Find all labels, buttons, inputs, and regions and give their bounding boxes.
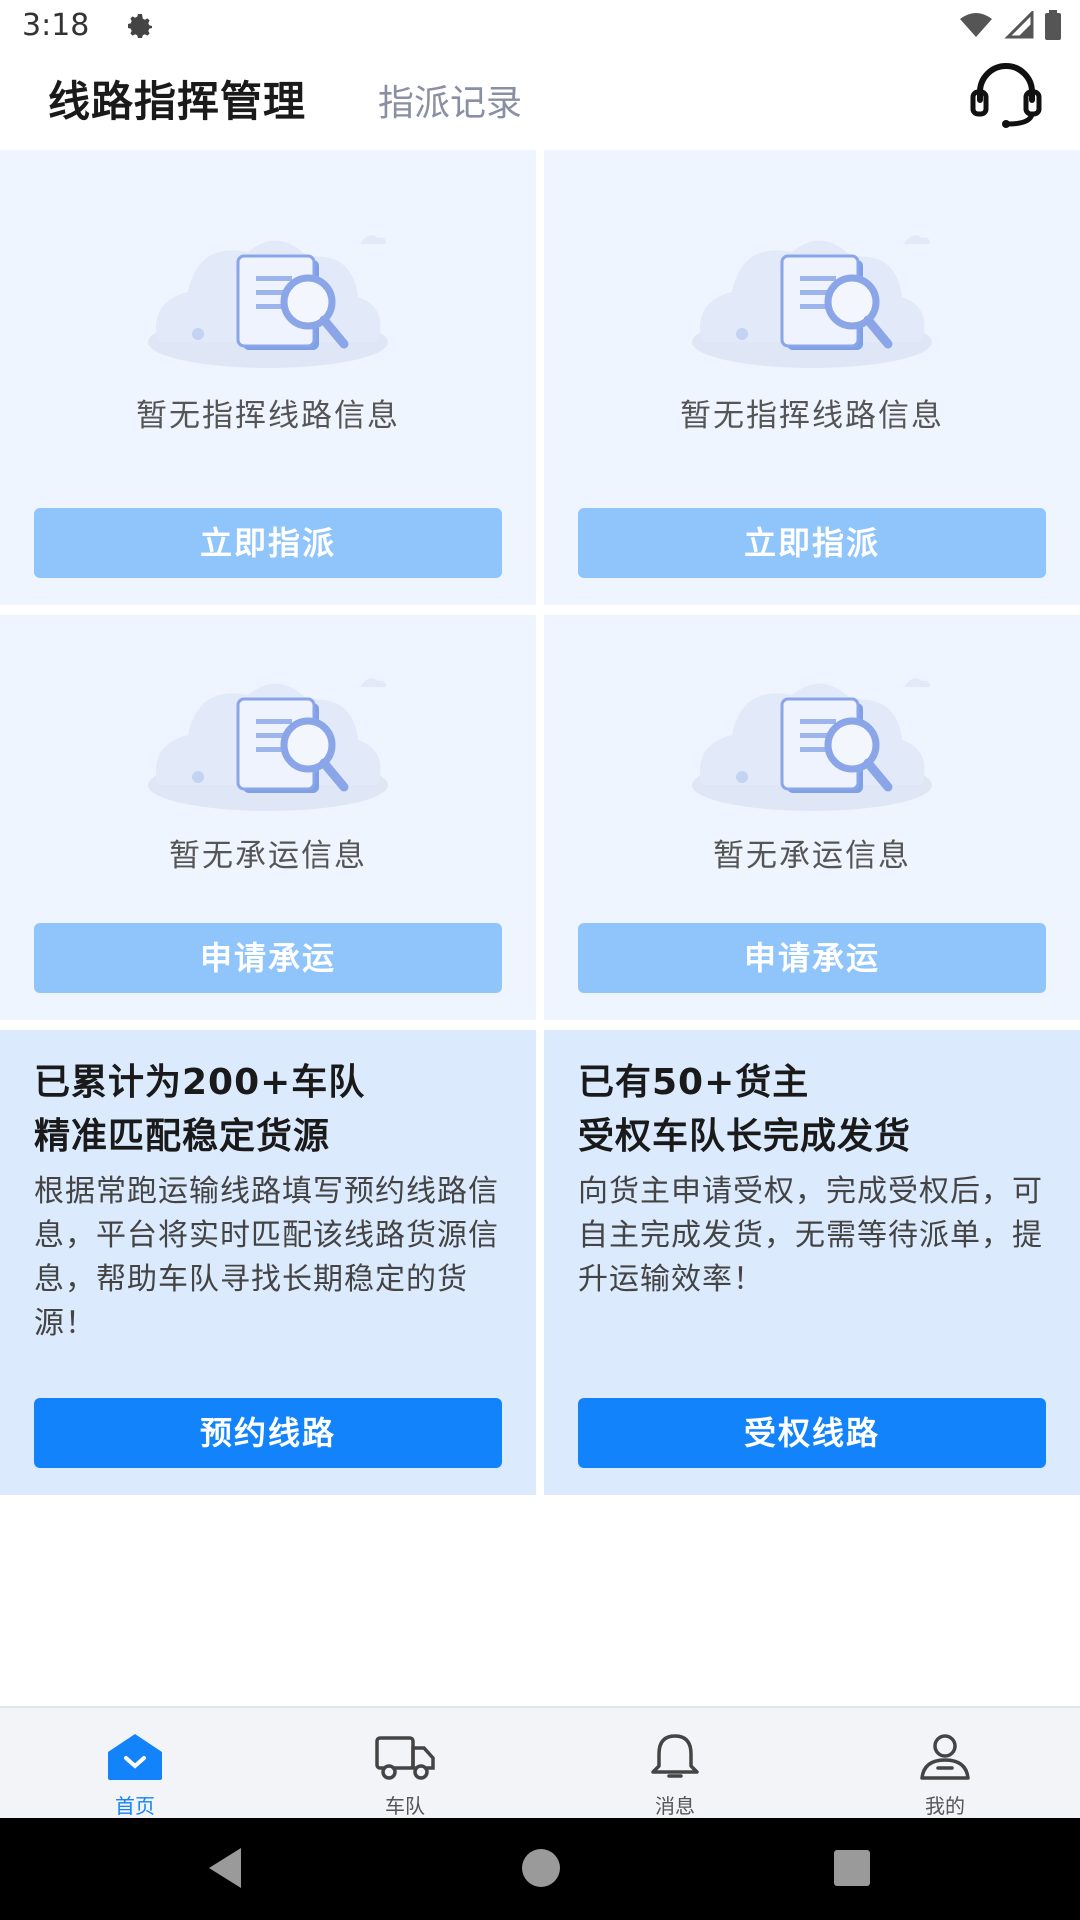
empty-state-text: 暂无指挥线路信息 xyxy=(136,398,400,434)
reserve-route-description: 根据常跑运输线路填写预约线路信息，平台将实时匹配该线路货源信息，帮助车队寻找长期… xyxy=(34,1174,499,1341)
authorize-title-line2: 受权车队长完成发货 xyxy=(578,1116,912,1157)
settings-gear-icon xyxy=(128,14,152,38)
page-title: 线路指挥管理 xyxy=(48,77,307,126)
user-icon xyxy=(920,1734,970,1780)
truck-icon xyxy=(375,1736,435,1780)
nav-fleet[interactable]: 车队 xyxy=(270,1708,540,1820)
nav-messages-label: 消息 xyxy=(655,1794,695,1818)
customer-service-headset-icon[interactable] xyxy=(968,60,1044,130)
recents-square-icon[interactable] xyxy=(832,1846,872,1890)
empty-document-illustration xyxy=(692,235,932,368)
nav-profile[interactable]: 我的 xyxy=(810,1708,1080,1820)
bell-icon xyxy=(651,1734,699,1778)
tab-dispatch-record[interactable]: 指派记录 xyxy=(378,74,522,126)
authorize-route-description: 向货主申请受权，完成受权后，可自主完成发货，无需等待派单，提升运输效率！ xyxy=(578,1174,1043,1297)
empty-document-illustration xyxy=(148,678,388,811)
reserve-title-line1: 已累计为200+车队 xyxy=(34,1062,366,1103)
back-icon[interactable] xyxy=(205,1846,245,1890)
reserve-title-line2: 精准匹配稳定货源 xyxy=(34,1116,331,1157)
apply-carrier-button[interactable]: 申请承运 xyxy=(578,923,1046,993)
authorize-route-title: 已有50+货主 受权车队长完成发货 xyxy=(578,1056,911,1164)
nav-home[interactable]: 首页 xyxy=(0,1708,270,1820)
empty-state-text: 暂无承运信息 xyxy=(169,838,367,874)
empty-state-text: 暂无指挥线路信息 xyxy=(680,398,944,434)
nav-home-label: 首页 xyxy=(115,1794,155,1818)
reserve-route-title: 已累计为200+车队 精准匹配稳定货源 xyxy=(34,1056,365,1164)
nav-profile-label: 我的 xyxy=(925,1794,965,1818)
reserve-route-button[interactable]: 预约线路 xyxy=(34,1398,502,1468)
system-indicators xyxy=(958,10,1062,40)
app-header: 线路指挥管理 指派记录 xyxy=(0,52,1080,148)
authorize-route-button[interactable]: 受权线路 xyxy=(578,1398,1046,1468)
assign-now-button[interactable]: 立即指派 xyxy=(34,508,502,578)
cellular-signal-icon xyxy=(1004,11,1034,39)
apply-carrier-button[interactable]: 申请承运 xyxy=(34,923,502,993)
bottom-navigation: 首页 车队 消息 我的 xyxy=(0,1706,1080,1820)
carrier-card-left: 暂无承运信息 申请承运 xyxy=(0,615,536,1020)
status-bar: 3:18 xyxy=(0,0,1080,52)
empty-document-illustration xyxy=(692,678,932,811)
nav-messages[interactable]: 消息 xyxy=(540,1708,810,1820)
carrier-card-right: 暂无承运信息 申请承运 xyxy=(544,615,1080,1020)
dispatch-card-left: 暂无指挥线路信息 立即指派 xyxy=(0,150,536,605)
dispatch-card-right: 暂无指挥线路信息 立即指派 xyxy=(544,150,1080,605)
empty-state-text: 暂无承运信息 xyxy=(713,838,911,874)
wifi-icon xyxy=(960,13,992,37)
card-grid: 暂无指挥线路信息 立即指派 暂无指挥线路信息 立即指派 暂无承运信息 申请承运 … xyxy=(0,150,1080,1495)
nav-fleet-label: 车队 xyxy=(385,1794,425,1818)
authorize-route-card: 已有50+货主 受权车队长完成发货 向货主申请受权，完成受权后，可自主完成发货，… xyxy=(544,1030,1080,1495)
battery-icon xyxy=(1045,10,1061,40)
home-icon xyxy=(108,1734,162,1780)
assign-now-button[interactable]: 立即指派 xyxy=(578,508,1046,578)
home-circle-icon[interactable] xyxy=(520,1846,562,1890)
status-time: 3:18 xyxy=(22,8,90,43)
reserve-route-card: 已累计为200+车队 精准匹配稳定货源 根据常跑运输线路填写预约线路信息，平台将… xyxy=(0,1030,536,1495)
empty-document-illustration xyxy=(148,235,388,368)
authorize-title-line1: 已有50+货主 xyxy=(578,1062,810,1103)
system-navigation-bar xyxy=(0,1818,1080,1920)
